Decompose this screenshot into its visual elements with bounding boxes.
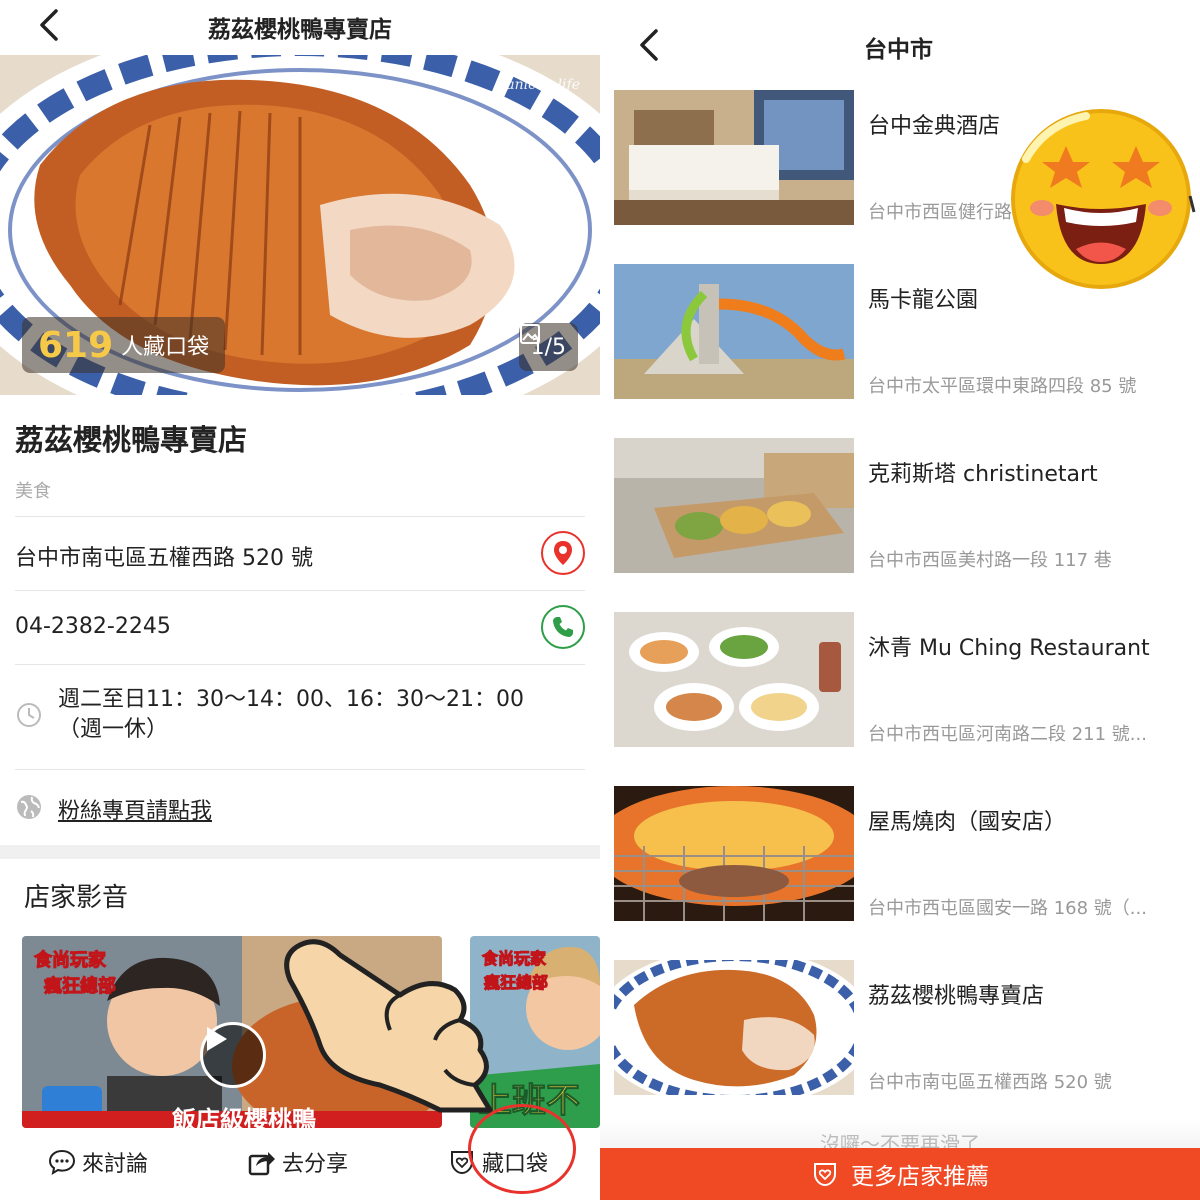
shop-detail-panel: 荔茲櫻桃鴨專賣店 janice . life 619 人藏口袋 1/5 荔茲櫻桃…: [0, 0, 600, 1200]
list-item-name: 荔茲櫻桃鴨專賣店: [868, 984, 1045, 1009]
heart-pocket-icon: [814, 1163, 836, 1187]
saved-label: 人藏口袋: [121, 335, 210, 360]
screenshot-root: 荔茲櫻桃鴨專賣店 janice . life 619 人藏口袋 1/5 荔茲櫻桃…: [0, 0, 1200, 1200]
globe-icon: [17, 795, 41, 819]
image-counter: 1/5: [518, 323, 578, 371]
play-icon[interactable]: [200, 1022, 266, 1088]
share-icon: [248, 1152, 275, 1176]
section-separator: [0, 845, 600, 859]
divider: [15, 516, 585, 517]
discuss-button[interactable]: 來討論: [48, 1146, 148, 1178]
video1-logo-text: 食尚玩家: [33, 949, 107, 971]
discuss-label: 來討論: [82, 1152, 149, 1177]
divider: [15, 769, 585, 770]
list-item-name: 沐青 Mu Ching Restaurant: [868, 636, 1150, 661]
image-icon: [519, 324, 540, 344]
videos-section-title: 店家影音: [24, 883, 129, 913]
highlight-circle: [468, 1104, 576, 1194]
page-title: 荔茲櫻桃鴨專賣店: [208, 17, 392, 43]
divider: [15, 664, 585, 665]
list-item[interactable]: 屋馬燒肉（國安店） 台中市西屯區國安一路 168 號（...: [614, 786, 1200, 921]
list-item-address: 台中市西屯區河南路二段 211 號...: [868, 724, 1147, 745]
phone-icon[interactable]: [541, 605, 585, 649]
opening-hours: 週二至日11：30～14：00、16：30～21：00 （週一休）: [58, 685, 524, 745]
shop-phone: 04-2382-2245: [15, 614, 171, 639]
chat-icon: [48, 1149, 76, 1176]
list-item-address: 台中市西區美村路一段 117 巷: [868, 550, 1112, 571]
opening-hours-line1: 週二至日11：30～14：00、16：30～21：00: [58, 687, 524, 712]
list-item-thumbnail: [614, 960, 854, 1095]
end-of-list-label: 沒囉～不要再滑了: [820, 1132, 980, 1148]
map-pin-icon[interactable]: [541, 531, 585, 575]
end-of-list-text: 沒囉～不要再滑了: [600, 1118, 1200, 1148]
saved-count-badge: 619 人藏口袋: [22, 317, 226, 373]
list-item-address: 台中市南屯區五權西路 520 號: [868, 1072, 1112, 1093]
list-item-thumbnail: [614, 612, 854, 747]
list-item-name: 台中金典酒店: [868, 114, 1001, 139]
list-item-thumbnail: [614, 264, 854, 399]
more-shops-label: 更多店家推薦: [851, 1164, 989, 1190]
shop-category: 美食: [15, 481, 51, 502]
city-title: 台中市: [864, 37, 933, 63]
more-shops-button[interactable]: 更多店家推薦: [600, 1148, 1200, 1200]
clock-icon: [17, 703, 41, 727]
list-item-name: 馬卡龍公園: [868, 288, 979, 313]
hero-image[interactable]: janice . life 619 人藏口袋 1/5: [0, 55, 600, 395]
pointing-hand-icon: [284, 939, 493, 1113]
shop-name: 荔茲櫻桃鴨專賣店: [15, 423, 248, 457]
list-item-address: 台中市太平區環中東路四段 85 號: [868, 376, 1137, 397]
list-item[interactable]: 沐青 Mu Ching Restaurant 台中市西屯區河南路二段 211 號…: [614, 612, 1200, 747]
fan-page-link[interactable]: 粉絲專頁請點我: [58, 793, 212, 825]
divider: [15, 590, 585, 591]
list-item-name: 屋馬燒肉（國安店）: [868, 810, 1067, 835]
list-item[interactable]: 荔茲櫻桃鴨專賣店 台中市南屯區五權西路 520 號: [614, 960, 1200, 1095]
watermark: janice . life: [501, 77, 580, 93]
video1-logo-sub: 瘋狂總部: [43, 975, 116, 997]
list-item[interactable]: 克莉斯塔 christinetart 台中市西區美村路一段 117 巷: [614, 438, 1200, 573]
list-item-thumbnail: [614, 786, 854, 921]
shop-address: 台中市南屯區五權西路 520 號: [15, 546, 313, 571]
share-button[interactable]: 去分享: [248, 1146, 348, 1178]
list-item-address: 台中市西屯區國安一路 168 號（...: [868, 898, 1147, 919]
star-eyes-emoji-icon: [1011, 109, 1196, 289]
opening-hours-line2: （週一休）: [58, 717, 169, 742]
saved-count: 619: [38, 324, 114, 366]
list-item-name: 克莉斯塔 christinetart: [868, 462, 1098, 487]
shop-detail-header: 荔茲櫻桃鴨專賣店: [0, 0, 600, 55]
list-item-thumbnail: [614, 90, 854, 225]
list-item-thumbnail: [614, 438, 854, 573]
share-label: 去分享: [282, 1152, 349, 1177]
back-chevron-icon[interactable]: [630, 25, 670, 65]
